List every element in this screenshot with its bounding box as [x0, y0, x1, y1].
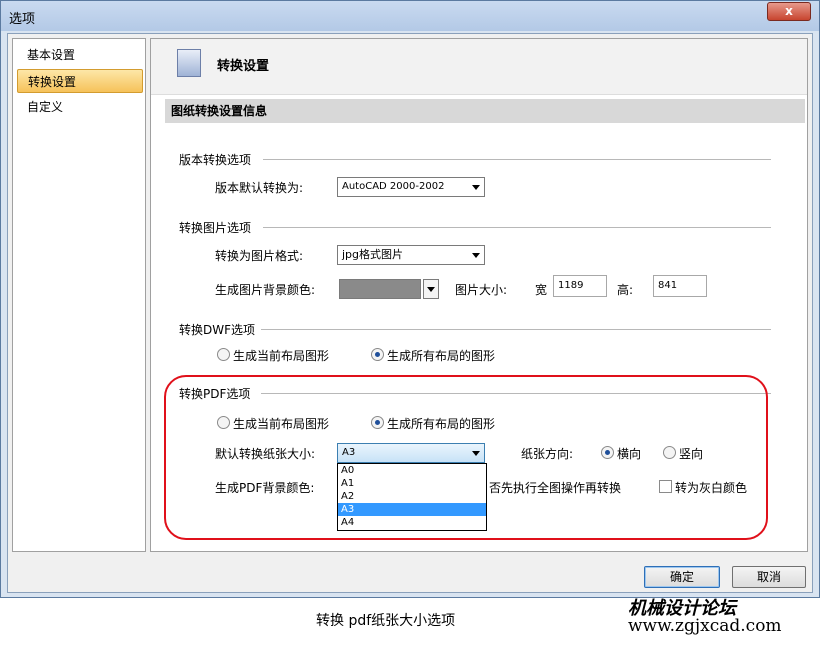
width-label: 宽 — [535, 283, 548, 297]
version-select[interactable]: AutoCAD 2000-2002 — [337, 177, 485, 197]
paper-option-selected[interactable]: A3 — [338, 503, 486, 516]
dwf-all-radio[interactable] — [371, 348, 384, 361]
version-default-label: 版本默认转换为: — [215, 181, 304, 195]
paper-option[interactable]: A4 — [338, 516, 486, 529]
sidebar-item-custom[interactable]: 自定义 — [17, 95, 143, 119]
sidebar-item-basic[interactable]: 基本设置 — [17, 43, 143, 67]
group-divider — [263, 227, 771, 228]
paper-option[interactable]: A2 — [338, 490, 486, 503]
height-label: 高: — [617, 283, 634, 297]
chevron-down-icon — [472, 185, 480, 190]
panel-header: 转换设置 — [151, 39, 807, 95]
sidebar-item-convert[interactable]: 转换设置 — [17, 69, 143, 93]
color-dropdown-button[interactable] — [423, 279, 439, 299]
title-bar: 选项 x — [1, 1, 819, 31]
section-title: 图纸转换设置信息 — [165, 99, 805, 123]
dwf-all-label: 生成所有布局的图形 — [387, 349, 496, 363]
dwf-current-radio[interactable] — [217, 348, 230, 361]
width-input[interactable]: 1189 — [553, 275, 607, 297]
image-format-label: 转换为图片格式: — [215, 249, 304, 263]
sidebar: 基本设置 转换设置 自定义 — [12, 38, 146, 552]
paper-size-dropdown-list: A0 A1 A2 A3 A4 — [337, 463, 487, 531]
chevron-down-icon — [472, 253, 480, 258]
image-format-value: jpg格式图片 — [342, 248, 404, 261]
window-title: 选项 — [9, 12, 36, 27]
close-button[interactable]: x — [767, 2, 811, 21]
image-format-select[interactable]: jpg格式图片 — [337, 245, 485, 265]
height-input[interactable]: 841 — [653, 275, 707, 297]
image-bg-swatch[interactable] — [339, 279, 421, 299]
version-select-value: AutoCAD 2000-2002 — [342, 181, 445, 192]
paper-option[interactable]: A1 — [338, 477, 486, 490]
image-size-label: 图片大小: — [455, 283, 508, 297]
convert-settings-icon — [177, 49, 201, 77]
watermark-url: www.zgjxcad.com — [628, 616, 782, 636]
dwf-current-label: 生成当前布局图形 — [233, 349, 330, 363]
group-divider — [263, 159, 771, 160]
cancel-button[interactable]: 取消 — [732, 566, 806, 588]
ok-button[interactable]: 确定 — [644, 566, 720, 588]
version-group-title: 版本转换选项 — [179, 153, 252, 167]
group-divider — [261, 329, 771, 330]
panel-title: 转换设置 — [217, 59, 270, 74]
image-bg-label: 生成图片背景颜色: — [215, 283, 316, 297]
chevron-down-icon — [427, 287, 435, 292]
image-group-title: 转换图片选项 — [179, 221, 252, 235]
caption: 转换 pdf纸张大小选项 — [316, 613, 456, 629]
paper-option[interactable]: A0 — [338, 464, 486, 477]
dwf-group-title: 转换DWF选项 — [179, 323, 256, 337]
